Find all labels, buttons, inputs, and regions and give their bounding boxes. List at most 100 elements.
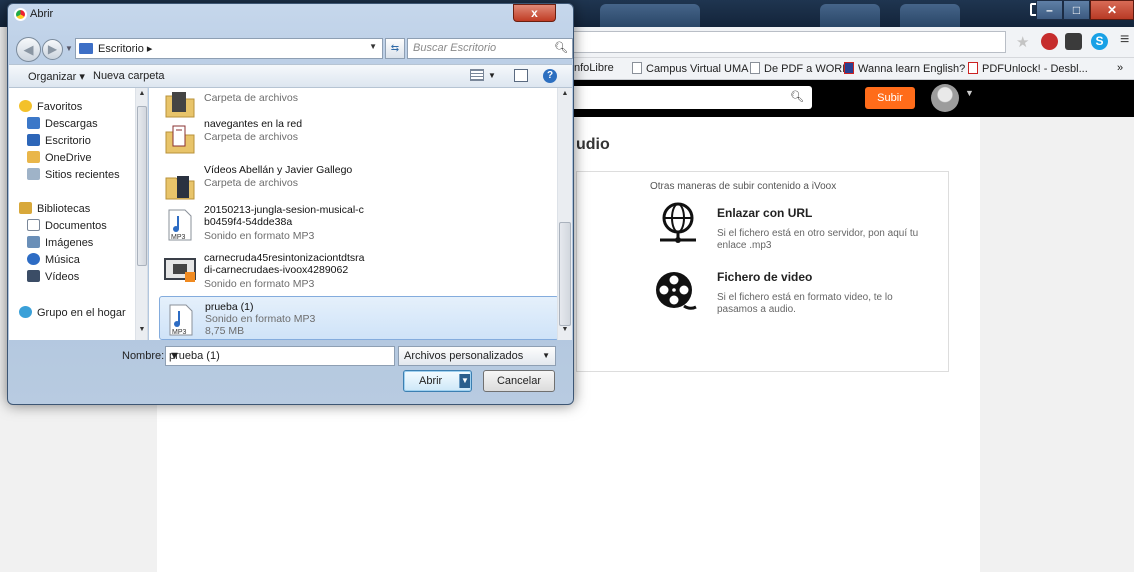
- scroll-up-icon[interactable]: ▲: [137, 90, 147, 97]
- scroll-down-icon[interactable]: ▼: [137, 326, 147, 333]
- homegroup-icon: [19, 306, 32, 318]
- nav-item-desktop[interactable]: Escritorio: [27, 134, 91, 147]
- bookmarks-overflow[interactable]: »: [1117, 62, 1123, 74]
- forward-button[interactable]: ▶: [42, 39, 63, 60]
- folder-icon: [27, 151, 40, 163]
- file-size: 8,75 MB: [205, 325, 245, 337]
- scroll-thumb[interactable]: [137, 106, 147, 266]
- film-reel-icon[interactable]: [654, 270, 698, 314]
- dialog-toolbar: Organizar ▾ Nueva carpeta ▼ ?: [9, 64, 572, 88]
- file-name: 20150213-jungla-sesion-musical-c b0459f4…: [204, 204, 364, 228]
- chevron-down-icon[interactable]: ▼: [169, 350, 390, 362]
- bookmark-item[interactable]: Wanna learn English?: [844, 62, 965, 75]
- organize-menu[interactable]: Organizar ▾: [28, 70, 85, 83]
- nav-item-onedrive[interactable]: OneDrive: [27, 151, 91, 164]
- open-button[interactable]: Abrir ▼: [403, 370, 472, 392]
- breadcrumb-current[interactable]: Escritorio ▸: [98, 42, 152, 55]
- nav-item-videos[interactable]: Vídeos: [27, 270, 79, 283]
- nav-item-music[interactable]: Música: [27, 253, 80, 266]
- chevron-down-icon[interactable]: ▼: [488, 71, 496, 80]
- site-search-input[interactable]: 🔍︎: [574, 86, 812, 109]
- nav-scrollbar[interactable]: ▲ ▼: [135, 88, 147, 340]
- dialog-close-button[interactable]: x: [513, 4, 556, 22]
- address-omnibox[interactable]: [574, 31, 1006, 53]
- user-avatar[interactable]: [931, 84, 959, 112]
- search-input[interactable]: Buscar Escritorio 🔍︎: [407, 38, 573, 59]
- help-icon[interactable]: ?: [543, 69, 557, 83]
- scroll-down-icon[interactable]: ▼: [560, 326, 570, 333]
- file-type: Carpeta de archivos: [204, 131, 298, 143]
- chevron-down-icon[interactable]: ▼: [369, 42, 377, 51]
- file-name: carnecruda45resintonizaciontdtsra di-car…: [204, 252, 365, 276]
- address-breadcrumb[interactable]: Escritorio ▸ ▼: [75, 38, 383, 59]
- video-file-title[interactable]: Fichero de video: [717, 270, 812, 284]
- upload-button[interactable]: Subir: [865, 87, 915, 109]
- caret-down-icon[interactable]: ▼: [965, 88, 974, 98]
- scroll-thumb[interactable]: [559, 222, 571, 326]
- nav-item-recent[interactable]: Sitios recientes: [27, 168, 120, 181]
- pictures-icon: [27, 236, 40, 248]
- page-icon: [750, 62, 760, 74]
- bookmarks-bar: nfoLibre Campus Virtual UMA De PDF a WOR…: [572, 58, 1134, 80]
- nav-libraries[interactable]: Bibliotecas: [19, 202, 90, 215]
- preview-pane-icon[interactable]: [514, 69, 528, 82]
- list-item[interactable]: carnecruda45resintonizaciontdtsra di-car…: [159, 248, 559, 296]
- browser-tab[interactable]: [900, 4, 960, 27]
- nav-favorites[interactable]: Favoritos: [19, 100, 82, 113]
- library-icon: [19, 202, 32, 214]
- nav-homegroup[interactable]: Grupo en el hogar: [19, 306, 126, 319]
- search-icon[interactable]: 🔍︎: [554, 41, 568, 54]
- view-options-icon[interactable]: [470, 69, 484, 81]
- bookmark-item[interactable]: nfoLibre: [574, 62, 614, 74]
- browser-menu-icon[interactable]: ≡: [1120, 31, 1129, 49]
- music-icon: [27, 253, 40, 265]
- filename-field[interactable]: prueba (1) ▼: [165, 346, 395, 366]
- bookmark-item[interactable]: De PDF a WORD: [750, 62, 850, 75]
- file-type-select[interactable]: Archivos personalizados ▼: [398, 346, 556, 366]
- page-right-margin: [980, 117, 1134, 572]
- filename-label: Nombre:: [122, 350, 165, 362]
- browser-toolbar: ★ S ≡: [572, 27, 1134, 58]
- extension-ghost-icon[interactable]: [1065, 33, 1082, 50]
- window-controls: – □ ✕: [1036, 0, 1134, 20]
- refresh-button[interactable]: ⇆: [385, 38, 405, 59]
- skype-extension-icon[interactable]: S: [1091, 33, 1108, 50]
- minimize-button[interactable]: –: [1036, 0, 1063, 20]
- chevron-down-icon[interactable]: ▼: [542, 351, 550, 360]
- back-button[interactable]: ◀: [16, 37, 41, 62]
- recent-locations-dropdown[interactable]: ▼: [65, 44, 73, 53]
- new-folder-button[interactable]: Nueva carpeta: [93, 70, 165, 82]
- browser-tab[interactable]: [820, 4, 880, 27]
- list-item[interactable]: navegantes en la red Carpeta de archivos: [159, 114, 559, 162]
- file-name: navegantes en la red: [204, 118, 303, 130]
- file-type: Sonido en formato MP3: [205, 313, 316, 325]
- bookmark-item[interactable]: Campus Virtual UMA: [632, 62, 749, 75]
- nav-item-downloads[interactable]: Descargas: [27, 117, 98, 130]
- search-icon[interactable]: 🔍︎: [790, 90, 804, 103]
- maximize-button[interactable]: □: [1063, 0, 1090, 20]
- window-close-button[interactable]: ✕: [1090, 0, 1134, 20]
- file-type: Sonido en formato MP3: [204, 230, 315, 242]
- bookmark-item[interactable]: PDFUnlock! - Desbl...: [968, 62, 1088, 75]
- list-item-selected[interactable]: MP3 prueba (1) Sonido en formato MP3 8,7…: [159, 296, 559, 340]
- extension-red-icon[interactable]: [1041, 33, 1058, 50]
- uk-flag-icon: [844, 62, 854, 74]
- nav-item-documents[interactable]: Documentos: [27, 219, 107, 232]
- link-url-description: Si el fichero está en otro servidor, pon…: [717, 228, 919, 251]
- globe-link-icon[interactable]: [658, 200, 698, 244]
- browser-tab[interactable]: [600, 4, 700, 27]
- nav-item-pictures[interactable]: Imágenes: [27, 236, 93, 249]
- file-list: Carpeta de archivos navegantes en la red…: [149, 88, 572, 340]
- navigation-pane: Favoritos Descargas Escritorio OneDrive …: [9, 88, 148, 340]
- media-file-icon: [164, 258, 196, 282]
- bookmark-star-icon[interactable]: ★: [1016, 33, 1029, 51]
- open-options-dropdown[interactable]: ▼: [459, 374, 470, 388]
- cancel-button[interactable]: Cancelar: [483, 370, 555, 392]
- chrome-icon: [14, 8, 27, 21]
- scroll-up-icon[interactable]: ▲: [560, 90, 570, 97]
- list-item[interactable]: MP3 20150213-jungla-sesion-musical-c b04…: [159, 200, 559, 248]
- svg-text:MP3: MP3: [172, 329, 187, 336]
- link-url-title[interactable]: Enlazar con URL: [717, 206, 812, 220]
- mp3-file-icon: MP3: [169, 304, 193, 336]
- file-list-scrollbar[interactable]: ▲ ▼: [557, 88, 572, 340]
